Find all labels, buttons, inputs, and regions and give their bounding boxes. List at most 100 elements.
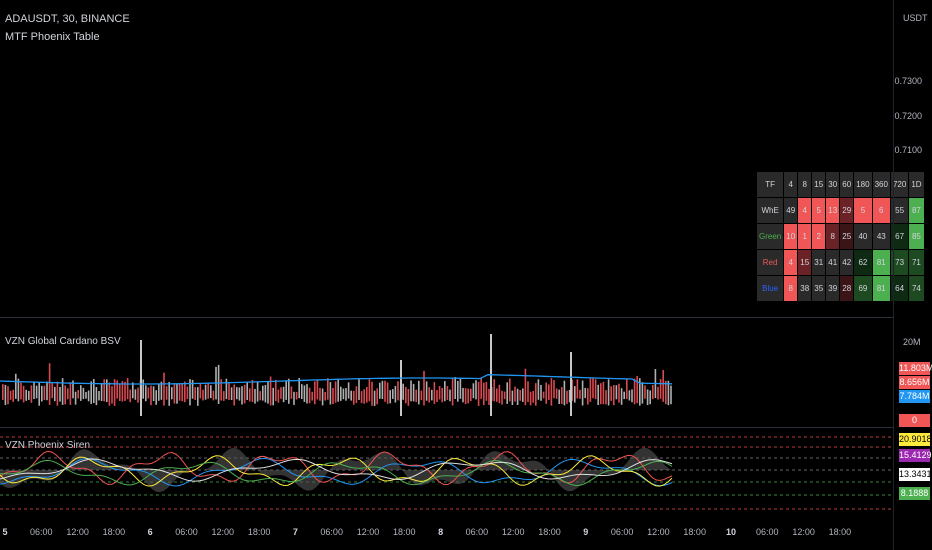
volume-bar xyxy=(212,390,215,401)
volume-bar xyxy=(210,385,212,399)
volume-bar xyxy=(119,384,121,402)
table-cell: 71 xyxy=(909,250,924,275)
volume-bar xyxy=(82,387,85,400)
volume-bar xyxy=(194,387,196,400)
volume-bar xyxy=(4,384,7,405)
volume-bar xyxy=(584,387,586,399)
volume-bar xyxy=(496,388,498,402)
time-tick: 6 xyxy=(147,527,153,537)
volume-bar xyxy=(108,382,111,406)
volume-bar xyxy=(35,385,38,399)
volume-bar xyxy=(550,378,553,406)
time-tick: 06:00 xyxy=(465,527,489,537)
volume-bar xyxy=(228,382,230,400)
table-header-cell: 1D xyxy=(909,172,924,197)
volume-bar xyxy=(342,388,345,400)
volume-bar xyxy=(615,385,618,400)
pane1-value-tag: 0 xyxy=(899,414,930,427)
volume-bar xyxy=(662,370,664,402)
volume-bar xyxy=(280,387,282,399)
volume-bar xyxy=(282,386,285,403)
volume-bar xyxy=(61,378,64,405)
volume-bar xyxy=(659,379,662,399)
volume-bar xyxy=(186,386,189,400)
volume-bar xyxy=(12,389,14,402)
volume-bar xyxy=(462,387,464,403)
volume-bar xyxy=(301,384,303,399)
volume-bar xyxy=(540,384,542,401)
pane2-value-tag: 8.1888 xyxy=(899,487,930,500)
volume-bar xyxy=(20,382,22,400)
volume-bar xyxy=(267,381,269,404)
volume-bar xyxy=(9,390,12,400)
volume-bar xyxy=(392,389,394,399)
volume-bar xyxy=(217,364,220,404)
volume-spike xyxy=(140,340,142,416)
volume-bar xyxy=(384,380,386,402)
volume-bar xyxy=(581,380,584,406)
volume-bar xyxy=(524,368,527,406)
volume-bar xyxy=(501,390,503,405)
volume-bar xyxy=(293,391,295,405)
volume-bar xyxy=(631,389,633,403)
volume-bar xyxy=(251,379,254,402)
volume-bar xyxy=(334,381,337,403)
pane1-value-tag: 11.803M xyxy=(899,362,932,375)
volume-bar xyxy=(303,385,306,402)
volume-bar xyxy=(233,384,235,406)
volume-bar xyxy=(644,385,646,399)
pane1-axis-label: 20M xyxy=(903,337,921,347)
volume-bar xyxy=(418,380,420,405)
volume-bar xyxy=(48,363,51,405)
volume-bar xyxy=(649,390,651,405)
volume-bar xyxy=(477,381,480,406)
volume-bar xyxy=(197,387,199,406)
volume-bar xyxy=(340,386,342,401)
volume-bar xyxy=(389,390,391,404)
time-tick: 06:00 xyxy=(610,527,634,537)
volume-bar xyxy=(132,382,134,399)
time-tick: 12:00 xyxy=(356,527,380,537)
volume-bar xyxy=(592,378,594,399)
volume-bar xyxy=(168,381,170,406)
volume-bar xyxy=(150,385,152,406)
volume-bar xyxy=(254,388,256,404)
volume-bar xyxy=(25,389,27,401)
volume-bar xyxy=(652,385,654,400)
volume-bar xyxy=(98,391,100,401)
volume-bar xyxy=(600,383,602,405)
volume-bar xyxy=(563,380,566,406)
volume-bar xyxy=(64,385,66,405)
volume-bar xyxy=(415,389,417,403)
volume-bar xyxy=(636,375,638,404)
volume-bar xyxy=(316,379,319,400)
volume-bar xyxy=(87,390,90,402)
volume-bar xyxy=(126,378,129,400)
time-tick: 06:00 xyxy=(756,527,779,537)
volume-bar xyxy=(503,391,506,400)
volume-bar xyxy=(95,387,98,406)
volume-bar xyxy=(368,379,371,402)
volume-bar xyxy=(626,378,628,399)
volume-bar xyxy=(225,378,228,400)
volume-bar xyxy=(665,380,667,405)
volume-bar xyxy=(308,387,311,404)
volume-bar xyxy=(103,379,105,402)
volume-bar xyxy=(171,387,173,400)
time-tick: 12:00 xyxy=(501,527,525,537)
volume-bar xyxy=(423,370,425,406)
volume-bar xyxy=(178,383,181,401)
time-tick: 10 xyxy=(725,527,737,537)
volume-bar xyxy=(548,384,550,400)
time-tick: 18:00 xyxy=(683,527,706,537)
time-tick: 06:00 xyxy=(175,527,198,537)
volume-bar xyxy=(67,388,69,400)
volume-bar xyxy=(332,387,334,404)
volume-bar xyxy=(46,381,48,401)
chart-canvas[interactable] xyxy=(0,0,893,550)
pane2-value-tag: 13.3431 xyxy=(899,468,932,481)
volume-bar xyxy=(285,380,287,400)
volume-bar xyxy=(59,387,61,402)
volume-bar xyxy=(555,388,558,399)
volume-bar xyxy=(446,386,449,400)
